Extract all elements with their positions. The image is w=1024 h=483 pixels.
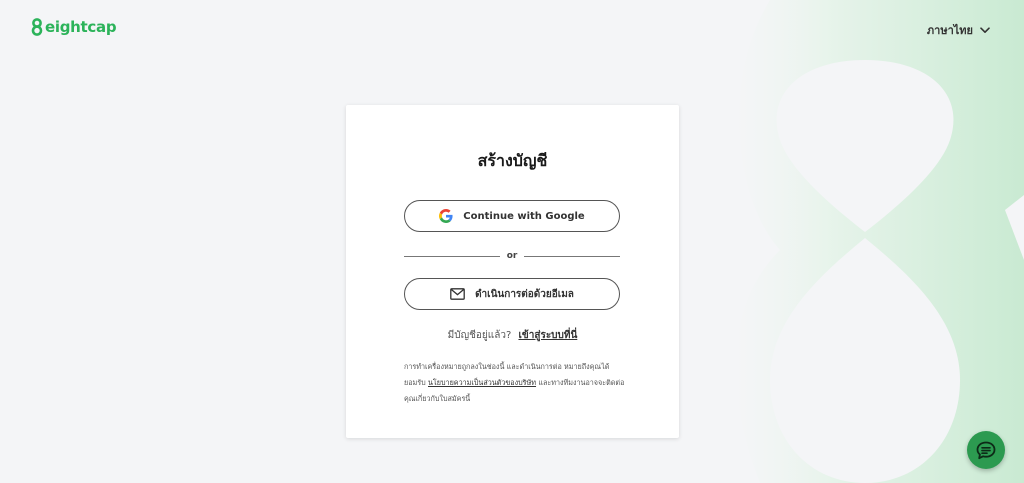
signin-row: มีบัญชีอยู่แล้ว? เข้าสู่ระบบที่นี่: [346, 328, 679, 343]
divider-line-left: [404, 255, 500, 257]
language-label: ภาษาไทย: [926, 24, 973, 37]
chevron-down-icon: [980, 26, 990, 33]
signup-card: สร้างบัญชี Continue with Google or ดำเนิ…: [346, 105, 679, 438]
chat-button[interactable]: [967, 431, 1005, 469]
signin-link[interactable]: เข้าสู่ระบบที่นี่: [518, 330, 577, 341]
logo-text: eightcap: [45, 18, 117, 36]
continue-with-email-button[interactable]: ดำเนินการต่อด้วยอีเมล: [404, 278, 620, 310]
eightcap-logo[interactable]: eightcap: [31, 18, 117, 36]
envelope-icon: [450, 288, 465, 300]
signin-prompt: มีบัญชีอยู่แล้ว?: [447, 330, 512, 341]
or-divider: or: [404, 250, 620, 262]
continue-with-google-button[interactable]: Continue with Google: [404, 200, 620, 232]
privacy-policy-link[interactable]: นโยบายความเป็นส่วนตัวของบริษัท: [428, 378, 536, 387]
terms-text: การทำเครื่องหมายถูกลงในช่องนี้ และดำเนิน…: [404, 359, 626, 407]
language-selector[interactable]: ภาษาไทย: [927, 21, 990, 39]
google-button-label: Continue with Google: [463, 210, 585, 222]
chat-bubble-icon: [976, 441, 996, 459]
divider-text: or: [506, 251, 518, 261]
eightcap-logo-mark-icon: [31, 18, 43, 36]
page-title: สร้างบัญชี: [477, 151, 548, 170]
top-header: eightcap ภาษาไทย: [0, 0, 1024, 56]
google-g-icon: [439, 209, 453, 223]
divider-line-right: [524, 255, 620, 257]
email-button-label: ดำเนินการต่อด้วยอีเมล: [475, 288, 574, 300]
